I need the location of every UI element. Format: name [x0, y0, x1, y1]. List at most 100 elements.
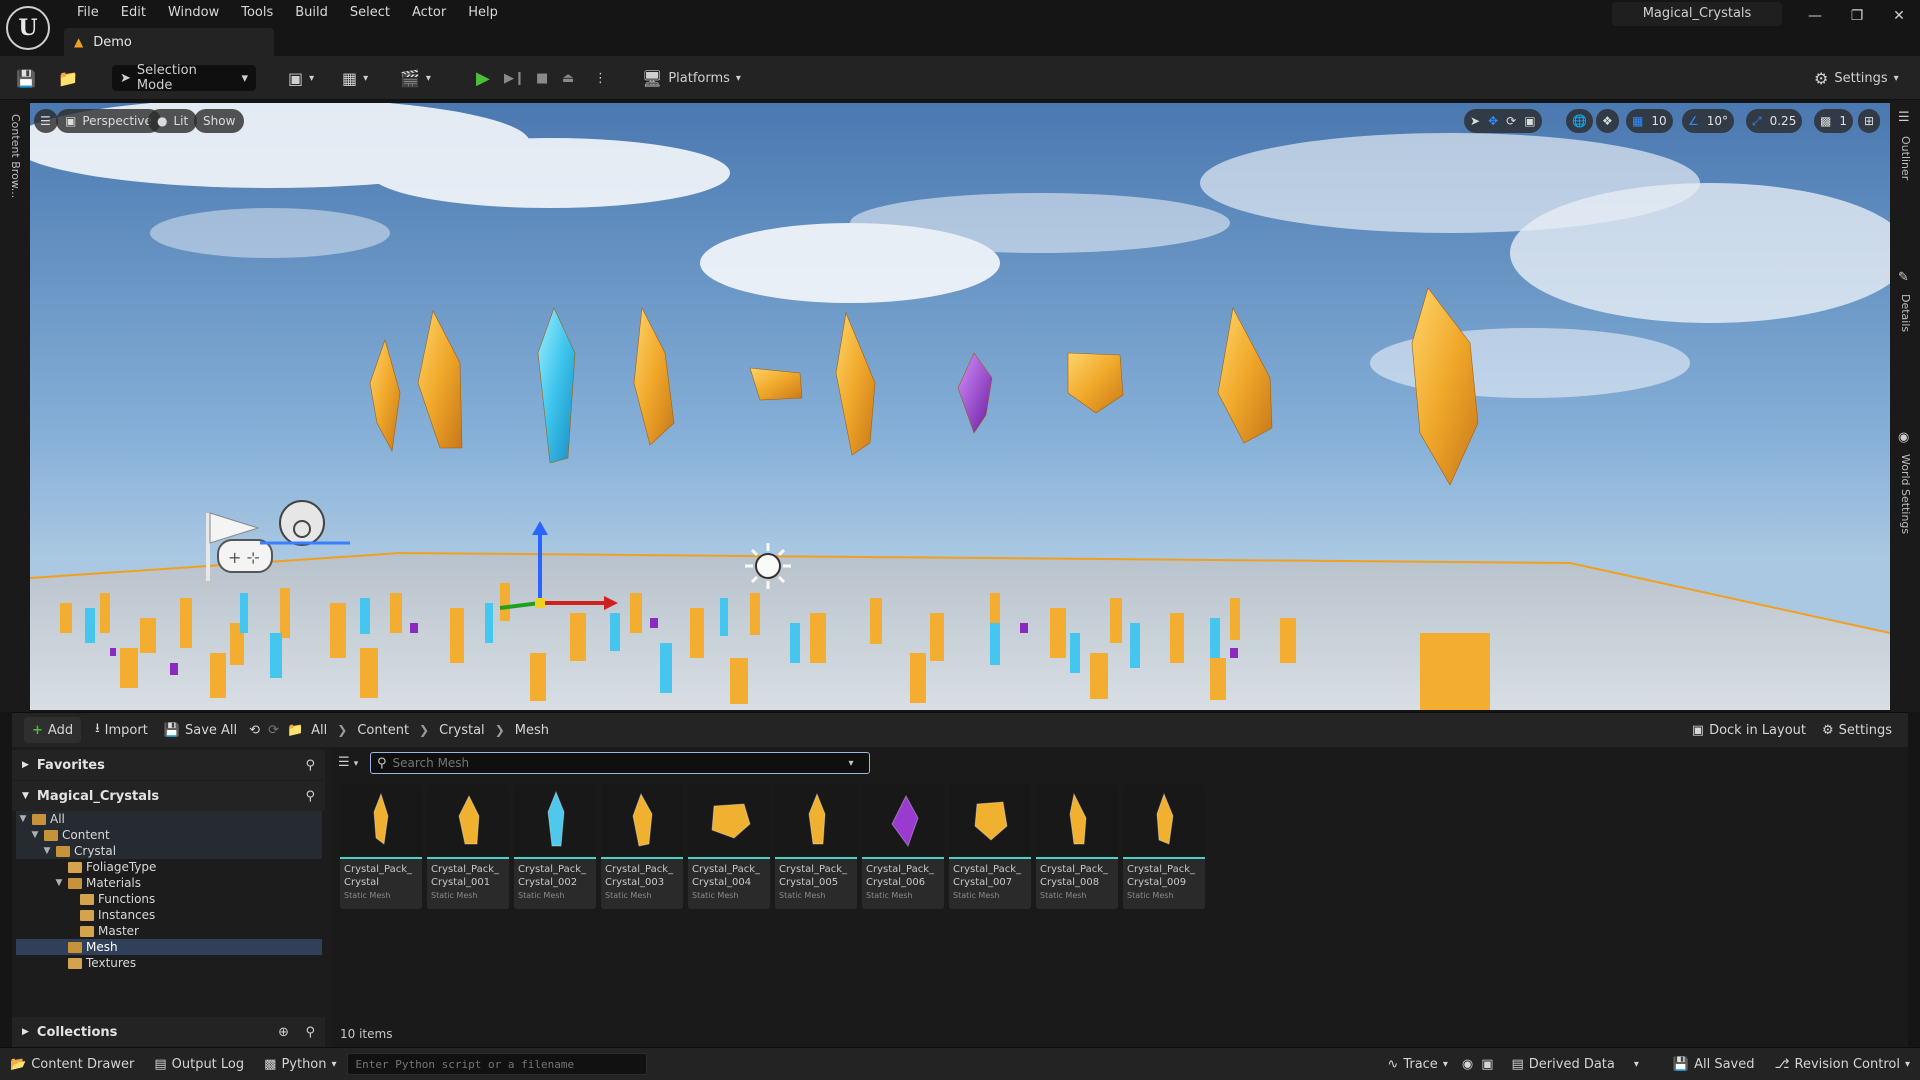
import-button[interactable]: ⭳ Import — [87, 717, 156, 743]
search-icon[interactable]: ⚲ — [305, 758, 315, 773]
history-back-icon[interactable]: ⟲ — [245, 717, 264, 743]
outliner-tab[interactable]: Outliner — [1899, 136, 1912, 180]
minimize-icon[interactable]: — — [1800, 6, 1830, 26]
search-mesh-box[interactable]: ⚲ ▾ — [370, 752, 870, 774]
cinematics-icon[interactable]: 🎬 ▾ — [400, 65, 431, 91]
content-browser-settings-button[interactable]: ⚙ Settings — [1814, 717, 1900, 743]
search-icon[interactable]: ⚲ — [305, 1025, 315, 1040]
close-icon[interactable]: ✕ — [1884, 6, 1914, 26]
step-icon[interactable]: ▶❙ — [504, 65, 525, 91]
tree-item-all[interactable]: ▼ All — [16, 811, 322, 827]
asset-tile[interactable]: Crystal_Pack_ Crystal_002 Static Mesh — [514, 783, 596, 909]
menu-file[interactable]: File — [66, 3, 110, 23]
level-viewport[interactable]: + ⊹ ☰ ▣ Perspective ● Lit Show ➤ ✥ ⟳ ▣ 🌐… — [30, 103, 1890, 710]
dock-in-layout-button[interactable]: ▣ Dock in Layout — [1684, 717, 1814, 743]
world-settings-tab[interactable]: World Settings — [1899, 454, 1912, 534]
eject-icon[interactable]: ⏏ — [562, 65, 574, 91]
tree-item-master[interactable]: Master — [16, 923, 322, 939]
save-all-button[interactable]: 💾 Save All — [156, 717, 245, 743]
tree-item-content[interactable]: ▼ Content — [16, 827, 322, 843]
asset-tile[interactable]: Crystal_Pack_ Crystal_005 Static Mesh — [775, 783, 857, 909]
screenshot-icon[interactable]: ▣ — [1477, 1057, 1501, 1072]
add-actor-icon[interactable]: ▣ ▾ — [288, 65, 314, 91]
asset-tile[interactable]: Crystal_Pack_ Crystal_009 Static Mesh — [1123, 783, 1205, 909]
asset-tile[interactable]: Crystal_Pack_ Crystal_006 Static Mesh — [862, 783, 944, 909]
menu-actor[interactable]: Actor — [401, 3, 457, 23]
platforms-dropdown[interactable]: 🖥 Platforms ▾ — [642, 65, 741, 91]
level-tab[interactable]: ▲ Demo — [64, 28, 274, 56]
menu-tools[interactable]: Tools — [230, 3, 284, 23]
save-icon[interactable]: 💾 — [16, 65, 36, 91]
stop-icon[interactable]: ■ — [536, 65, 548, 91]
more-options-icon[interactable]: ⋮ — [594, 65, 607, 91]
restore-icon[interactable]: ❐ — [1842, 6, 1872, 26]
asset-tile[interactable]: Crystal_Pack_ Crystal Static Mesh — [340, 783, 422, 909]
perspective-button[interactable]: ▣ Perspective — [56, 109, 161, 133]
trace-dropdown[interactable]: ∿ Trace ▾ — [1377, 1057, 1457, 1072]
asset-tile[interactable]: Crystal_Pack_ Crystal_004 Static Mesh — [688, 783, 770, 909]
settings-dropdown[interactable]: ⚙ Settings ▾ — [1814, 65, 1899, 91]
play-icon[interactable]: ▶ — [476, 65, 490, 91]
content-browser-tab[interactable]: Content Brow... — [9, 114, 22, 198]
chevron-down-icon[interactable]: ▾ — [849, 758, 854, 769]
rotate-tool-icon[interactable]: ⟳ — [1506, 114, 1516, 128]
move-tool-icon[interactable]: ✥ — [1488, 114, 1498, 128]
tree-item-instances[interactable]: Instances — [16, 907, 322, 923]
tree-item-mesh[interactable]: Mesh — [16, 939, 322, 955]
history-forward-icon[interactable]: ⟳ — [264, 717, 283, 743]
viewport-menu-button[interactable]: ☰ — [34, 109, 58, 133]
collections-header[interactable]: ▶ Collections ⊕ ⚲ — [12, 1017, 325, 1047]
unreal-logo-icon[interactable]: U — [6, 6, 50, 50]
scale-tool-icon[interactable]: ▣ — [1524, 114, 1535, 128]
selection-mode-dropdown[interactable]: ➤ Selection Mode ▾ — [112, 63, 256, 93]
viewport-layout-button[interactable]: ⊞ — [1858, 109, 1881, 133]
filter-dropdown[interactable]: ☰ ▾ — [338, 755, 358, 770]
tree-item-materials[interactable]: ▼ Materials — [16, 875, 322, 891]
show-button[interactable]: Show — [194, 109, 245, 133]
python-console-input[interactable] — [346, 1053, 647, 1075]
add-collection-icon[interactable]: ⊕ — [278, 1025, 289, 1040]
tree-item-functions[interactable]: Functions — [16, 891, 322, 907]
all-saved-button[interactable]: 💾 All Saved — [1663, 1057, 1765, 1072]
menu-edit[interactable]: Edit — [110, 3, 157, 23]
record-icon[interactable]: ◉ — [1458, 1057, 1477, 1072]
lit-button[interactable]: ● Lit — [148, 109, 198, 133]
asset-tile[interactable]: Crystal_Pack_ Crystal_007 Static Mesh — [949, 783, 1031, 909]
coordinate-system-toggle[interactable]: 🌐 — [1566, 109, 1593, 133]
search-icon[interactable]: ⚲ — [305, 789, 315, 804]
camera-speed-control[interactable]: ▩ 1 — [1814, 109, 1853, 133]
asset-tile[interactable]: Crystal_Pack_ Crystal_008 Static Mesh — [1036, 783, 1118, 909]
tree-item-crystal[interactable]: ▼ Crystal — [16, 843, 322, 859]
breadcrumb-mesh[interactable]: Mesh — [511, 723, 553, 738]
blueprint-icon[interactable]: ▦ ▾ — [342, 65, 368, 91]
details-tab[interactable]: Details — [1899, 294, 1912, 332]
grid-snap-control[interactable]: ▦ 10 — [1626, 109, 1673, 133]
browse-icon[interactable]: 📁 — [58, 65, 78, 91]
menu-window[interactable]: Window — [157, 3, 230, 23]
favorites-header[interactable]: ▶ Favorites ⚲ — [12, 750, 325, 780]
tree-item-foliagetype[interactable]: FoliageType — [16, 859, 322, 875]
search-input[interactable] — [392, 756, 843, 770]
python-dropdown[interactable]: ▩ Python ▾ — [254, 1057, 346, 1072]
breadcrumb-content[interactable]: Content — [353, 723, 413, 738]
asset-tile[interactable]: Crystal_Pack_ Crystal_001 Static Mesh — [427, 783, 509, 909]
output-log-button[interactable]: ▤ Output Log — [144, 1057, 254, 1072]
menu-build[interactable]: Build — [284, 3, 339, 23]
left-side-panel-tab[interactable]: Content Brow... — [0, 100, 30, 712]
menu-help[interactable]: Help — [457, 3, 509, 23]
breadcrumb-all[interactable]: All — [307, 723, 331, 738]
revision-control-dropdown[interactable]: ⎇ Revision Control ▾ — [1765, 1057, 1920, 1072]
select-tool-icon[interactable]: ➤ — [1470, 114, 1480, 128]
asset-tile[interactable]: Crystal_Pack_ Crystal_003 Static Mesh — [601, 783, 683, 909]
rotation-snap-control[interactable]: ∠ 10° — [1682, 109, 1735, 133]
tree-item-textures[interactable]: Textures — [16, 955, 322, 971]
derived-data-dropdown[interactable]: ▤ Derived Data ▾ — [1501, 1057, 1648, 1072]
viewport-scene[interactable]: + ⊹ — [30, 103, 1890, 710]
menu-select[interactable]: Select — [339, 3, 401, 23]
project-header[interactable]: ▼ Magical_Crystals ⚲ — [12, 781, 325, 811]
scale-snap-control[interactable]: ⤢ 0.25 — [1746, 109, 1803, 133]
surface-snapping-toggle[interactable]: ❖ — [1596, 109, 1619, 133]
breadcrumb-crystal[interactable]: Crystal — [435, 723, 489, 738]
content-drawer-button[interactable]: 📂 Content Drawer — [0, 1057, 144, 1072]
add-button[interactable]: + Add — [24, 717, 82, 743]
